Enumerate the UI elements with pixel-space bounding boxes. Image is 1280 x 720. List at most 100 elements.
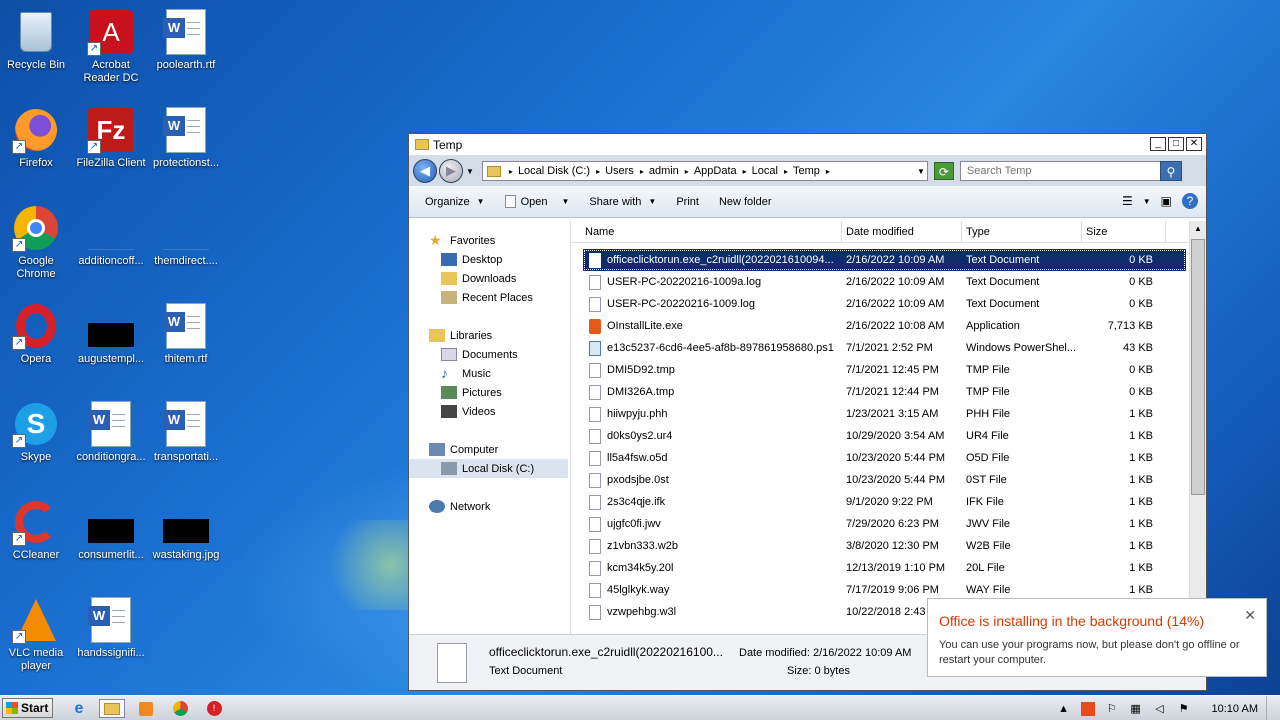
file-row[interactable]: ll5a4fsw.o5d 10/23/2020 5:44 PM O5D File 1 …: [583, 447, 1186, 469]
desktop-icon-augustempl[interactable]: augustempl...: [73, 302, 149, 366]
action-center-icon[interactable]: ⚐: [1105, 702, 1119, 716]
address-bar[interactable]: ▸ Local Disk (C:) ▸ Users ▸ admin ▸ AppData…: [481, 161, 928, 181]
file-row[interactable]: USER-PC-20220216-1009a.log 2/16/2022 10:0…: [583, 271, 1186, 293]
file-row[interactable]: kcm34k5y.20l 12/13/2019 1:10 PM 20L File 1 …: [583, 557, 1186, 579]
taskbar-explorer[interactable]: [99, 699, 125, 718]
desktop-icon-chrome[interactable]: ↗ Google Chrome: [0, 204, 74, 281]
breadcrumb-admin[interactable]: admin: [649, 165, 679, 177]
start-button[interactable]: Start: [2, 698, 53, 718]
nav-videos[interactable]: Videos: [409, 402, 570, 421]
desktop-icon-transportati[interactable]: W transportati...: [148, 400, 224, 464]
desktop-icon-handssignifi[interactable]: W handssignifi...: [73, 596, 149, 660]
folder-icon: [486, 165, 501, 177]
show-desktop-button[interactable]: [1266, 696, 1280, 720]
view-options-icon[interactable]: ☰: [1122, 194, 1133, 208]
address-dropdown-icon[interactable]: ▼: [917, 167, 925, 176]
maximize-button[interactable]: □: [1168, 137, 1184, 151]
preview-pane-icon[interactable]: ▣: [1161, 194, 1172, 208]
taskbar-internet-explorer[interactable]: e: [66, 699, 92, 718]
desktop-icon-conditiongra[interactable]: W conditiongra...: [73, 400, 149, 464]
nav-computer[interactable]: Computer: [409, 440, 570, 459]
file-row[interactable]: ujgfc0fi.jwv 7/29/2020 6:23 PM JWV File 1 K…: [583, 513, 1186, 535]
file-row[interactable]: e13c5237-6cd6-4ee5-af8b-897861958680.ps1…: [583, 337, 1186, 359]
office-icon[interactable]: [1080, 701, 1095, 716]
desktop-icon-ccleaner[interactable]: ↗ CCleaner: [0, 498, 74, 562]
refresh-button[interactable]: ⟳: [933, 162, 954, 180]
desktop-icon-poolearth[interactable]: W poolearth.rtf: [148, 8, 224, 72]
nav-libraries[interactable]: Libraries: [409, 326, 570, 345]
column-header-name[interactable]: Name: [571, 221, 842, 242]
nav-favorites[interactable]: ★ Favorites: [409, 231, 570, 250]
search-button[interactable]: ⚲: [1159, 161, 1182, 181]
file-row[interactable]: USER-PC-20220216-1009.log 2/16/2022 10:09…: [583, 293, 1186, 315]
file-row[interactable]: d0ks0ys2.ur4 10/29/2020 3:54 AM UR4 File 1 …: [583, 425, 1186, 447]
file-row[interactable]: 2s3c4qje.ifk 9/1/2020 9:22 PM IFK File 1 KB: [583, 491, 1186, 513]
scroll-up-icon[interactable]: ▲: [1190, 221, 1206, 237]
nav-documents[interactable]: Documents: [409, 345, 570, 364]
column-header-size[interactable]: Size: [1082, 221, 1166, 242]
taskbar-chrome[interactable]: [167, 699, 193, 718]
desktop-icon-protectionst[interactable]: W protectionst...: [148, 106, 224, 170]
column-header-type[interactable]: Type: [962, 221, 1082, 242]
breadcrumb-local[interactable]: Local: [752, 165, 778, 177]
column-header-date[interactable]: Date modified: [842, 221, 962, 242]
taskbar-opera[interactable]: !: [201, 699, 227, 718]
open-button[interactable]: Open ▼: [495, 195, 580, 208]
organize-button[interactable]: Organize ▼: [415, 196, 495, 208]
file-row[interactable]: DMI5D92.tmp 7/1/2021 12:45 PM TMP File 0 KB: [583, 359, 1186, 381]
network-icon[interactable]: ▦: [1129, 702, 1143, 716]
clock[interactable]: 10:10 AM: [1212, 703, 1258, 715]
title-bar[interactable]: Temp _ □ ✕: [409, 134, 1206, 156]
file-row[interactable]: z1vbn333.w2b 3/8/2020 12:30 PM W2B File 1 K…: [583, 535, 1186, 557]
file-name-cell: pxodsjbe.0st: [583, 472, 842, 488]
show-hidden-icons-icon[interactable]: ▲: [1057, 702, 1071, 716]
close-button[interactable]: ✕: [1186, 137, 1202, 151]
desktop-icon-acrobat[interactable]: A ↗ Acrobat Reader DC: [73, 8, 149, 85]
desktop-icon-wastaking[interactable]: wastaking.jpg: [148, 498, 224, 562]
back-button[interactable]: ◀: [413, 159, 437, 183]
desktop-icon-skype[interactable]: S ↗ Skype: [0, 400, 74, 464]
notification-close-button[interactable]: ✕: [1244, 607, 1256, 624]
breadcrumb-temp[interactable]: Temp: [793, 165, 820, 177]
desktop-icon-themdirect[interactable]: themdirect....: [148, 204, 224, 268]
file-row[interactable]: officeclicktorun.exe_c2ruidll(2022021610…: [583, 249, 1186, 271]
print-button[interactable]: Print: [666, 196, 709, 208]
desktop-icon-recycle-bin[interactable]: Recycle Bin: [0, 8, 74, 72]
nav-downloads[interactable]: Downloads: [409, 269, 570, 288]
minimize-button[interactable]: _: [1150, 137, 1166, 151]
chevron-down-icon[interactable]: ▼: [1143, 197, 1151, 206]
nav-recent-places[interactable]: Recent Places: [409, 288, 570, 307]
recent-pages-chevron-icon[interactable]: ▼: [466, 167, 474, 176]
file-type: JWV File: [966, 518, 1010, 530]
breadcrumb-local-disk[interactable]: Local Disk (C:): [518, 165, 590, 177]
new-folder-button[interactable]: New folder: [709, 196, 782, 208]
desktop-icon-firefox[interactable]: ↗ Firefox: [0, 106, 74, 170]
breadcrumb-users[interactable]: Users: [605, 165, 634, 177]
file-row[interactable]: OInstallLite.exe 2/16/2022 10:08 AM Applic…: [583, 315, 1186, 337]
nav-local-disk[interactable]: Local Disk (C:): [409, 459, 568, 478]
desktop-icon-filezilla[interactable]: Fz ↗ FileZilla Client: [73, 106, 149, 170]
nav-network[interactable]: Network: [409, 497, 570, 516]
desktop-icon-additioncoff[interactable]: additioncoff...: [73, 204, 149, 268]
file-row[interactable]: hiiwpyju.phh 1/23/2021 3:15 AM PHH File 1 K…: [583, 403, 1186, 425]
search-input[interactable]: [966, 165, 1152, 177]
file-row[interactable]: pxodsjbe.0st 10/23/2020 5:44 PM 0ST File 1 …: [583, 469, 1186, 491]
vertical-scrollbar[interactable]: ▲: [1189, 221, 1206, 634]
scrollbar-thumb[interactable]: [1191, 239, 1205, 495]
office-install-notification[interactable]: Office is installing in the background (…: [927, 598, 1267, 677]
taskbar-media-player[interactable]: [133, 699, 159, 718]
flag-icon[interactable]: ⚑: [1177, 702, 1191, 716]
forward-button[interactable]: ▶: [439, 159, 463, 183]
help-icon[interactable]: ?: [1182, 193, 1198, 209]
volume-icon[interactable]: ◁: [1153, 702, 1167, 716]
nav-pictures[interactable]: Pictures: [409, 383, 570, 402]
desktop-icon-thitem[interactable]: W thitem.rtf: [148, 302, 224, 366]
nav-desktop[interactable]: Desktop: [409, 250, 570, 269]
desktop-icon-opera[interactable]: ↗ Opera: [0, 302, 74, 366]
nav-music[interactable]: ♪ Music: [409, 364, 570, 383]
file-row[interactable]: DMI326A.tmp 7/1/2021 12:44 PM TMP File 0 KB: [583, 381, 1186, 403]
share-with-button[interactable]: Share with ▼: [579, 196, 666, 208]
desktop-icon-consumerlit[interactable]: consumerlit...: [73, 498, 149, 562]
desktop-icon-vlc[interactable]: ↗ VLC media player: [0, 596, 74, 673]
breadcrumb-appdata[interactable]: AppData: [694, 165, 737, 177]
